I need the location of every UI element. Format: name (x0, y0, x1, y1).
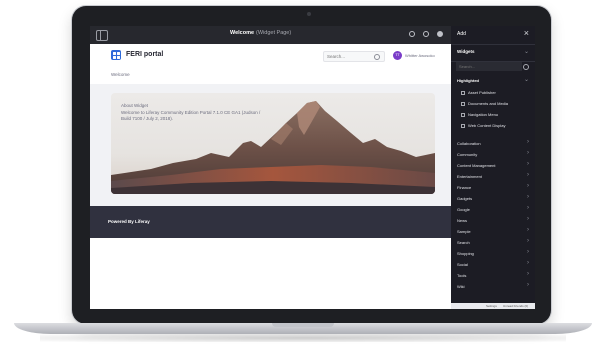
chevron-right-icon: › (527, 183, 529, 189)
search-icon[interactable] (374, 54, 380, 60)
category-label: Finance (457, 185, 472, 190)
chevron-right-icon: › (527, 150, 529, 156)
control-icons (409, 31, 443, 37)
category-label: News (457, 218, 468, 223)
camera-dot (307, 12, 311, 16)
widget-icon (461, 123, 465, 128)
control-menu-bar: Welcome (Widget Page) (90, 26, 451, 44)
laptop-shadow (40, 334, 566, 342)
category-label: Entertainment (457, 174, 482, 179)
widget-item[interactable]: Documents and Media (461, 101, 508, 106)
category-shopping[interactable]: Shopping › (451, 248, 535, 259)
category-google[interactable]: Google › (451, 204, 535, 215)
laptop-lid: Welcome(Widget Page) FERI portal TT Whit… (72, 6, 551, 324)
page-title-text: Welcome (230, 30, 255, 36)
category-collaboration[interactable]: Collaboration › (451, 138, 535, 149)
widget-item[interactable]: Web Content Display (461, 123, 506, 128)
hero-banner: About Widget Welcome to Liferay Communit… (111, 93, 435, 194)
site-logo-icon[interactable] (111, 50, 121, 60)
chevron-down-icon[interactable]: ⌄ (524, 76, 529, 83)
category-label: Wiki (457, 284, 465, 289)
category-news[interactable]: News › (451, 215, 535, 226)
widgets-label: Widgets (457, 49, 475, 54)
chevron-right-icon: › (527, 172, 529, 178)
search-box[interactable] (323, 51, 385, 62)
category-entertainment[interactable]: Entertainment › (451, 171, 535, 182)
page-subtitle: (Widget Page) (256, 30, 292, 36)
widget-icon (461, 112, 465, 117)
panel-header: Add × (451, 26, 535, 44)
chevron-right-icon: › (527, 260, 529, 266)
category-label: Social (457, 262, 468, 267)
category-label: Gadgets (457, 196, 473, 201)
category-community[interactable]: Community › (451, 149, 535, 160)
chevron-right-icon: › (527, 238, 529, 244)
page-title: Welcome (Widget Page) (230, 30, 291, 36)
category-search[interactable]: Search › (451, 237, 535, 248)
panel-search (451, 60, 535, 74)
widget-item-label: Documents and Media (468, 101, 509, 106)
laptop-notch (272, 323, 334, 327)
settings-link[interactable]: Settings (486, 304, 497, 308)
chevron-right-icon: › (527, 194, 529, 200)
widget-item-label: Asset Publisher (468, 90, 496, 95)
widget-item-label: Web Content Display (468, 123, 506, 128)
category-label: Tools (457, 273, 467, 278)
category-tools[interactable]: Tools › (451, 270, 535, 281)
widget-item[interactable]: Asset Publisher (461, 90, 496, 95)
highlighted-heading[interactable]: Highlighted (457, 78, 479, 83)
about-widget-text: Welcome to Liferay Community Edition Por… (121, 110, 261, 121)
chevron-right-icon: › (527, 216, 529, 222)
friends-link[interactable]: Unread Friends (0) (503, 304, 528, 308)
site-name[interactable]: FERI portal (126, 51, 163, 58)
search-input[interactable] (327, 52, 373, 61)
chevron-right-icon: › (527, 282, 529, 288)
screen: Welcome(Widget Page) FERI portal TT Whit… (90, 26, 535, 309)
chevron-right-icon: › (527, 205, 529, 211)
panel-title: Add (457, 31, 466, 37)
chevron-right-icon: › (527, 271, 529, 277)
close-icon[interactable]: × (524, 28, 529, 38)
mountain-image (111, 101, 435, 194)
info-icon[interactable] (409, 31, 415, 37)
category-sample[interactable]: Sample › (451, 226, 535, 237)
add-panel: Add × Widgets ⌄ Highlighted ⌄ Asset Publ… (451, 26, 535, 309)
site-header: FERI portal TT Whitter Awosoko (90, 44, 451, 68)
category-label: Collaboration (457, 141, 481, 146)
category-gadgets[interactable]: Gadgets › (451, 193, 535, 204)
simulation-icon[interactable] (437, 31, 443, 37)
add-icon[interactable] (423, 31, 429, 37)
category-label: Search (457, 240, 470, 245)
widget-icon (461, 101, 465, 106)
chevron-right-icon: › (527, 249, 529, 255)
search-icon[interactable] (523, 64, 529, 70)
chevron-right-icon: › (527, 139, 529, 145)
category-label: Sample (457, 229, 471, 234)
category-social[interactable]: Social › (451, 259, 535, 270)
category-label: Content Management (457, 163, 496, 168)
site-footer: Powered By Liferay (90, 206, 451, 238)
about-widget-title: About Widget (121, 103, 149, 108)
chevron-right-icon: › (527, 227, 529, 233)
chevron-down-icon: ⌄ (523, 49, 529, 55)
user-name[interactable]: Whitter Awosoko (405, 53, 435, 58)
category-finance[interactable]: Finance › (451, 182, 535, 193)
widget-search-input[interactable] (456, 62, 522, 71)
panel-status-strip: Settings Unread Friends (0) (451, 303, 535, 309)
avatar[interactable]: TT (393, 51, 402, 60)
chevron-right-icon: › (527, 161, 529, 167)
category-content-management[interactable]: Content Management › (451, 160, 535, 171)
category-wiki[interactable]: Wiki › (451, 281, 535, 292)
widget-item[interactable]: Navigation Menu (461, 112, 498, 117)
sidebar-toggle-icon[interactable] (96, 30, 108, 41)
laptop-base (14, 323, 592, 334)
category-label: Google (457, 207, 470, 212)
category-label: Community (457, 152, 478, 157)
widget-item-label: Navigation Menu (468, 112, 499, 117)
breadcrumb[interactable]: Welcome (111, 72, 130, 77)
widget-icon (461, 90, 465, 95)
category-label: Shopping (457, 251, 474, 256)
footer-text[interactable]: Powered By Liferay (108, 219, 150, 224)
